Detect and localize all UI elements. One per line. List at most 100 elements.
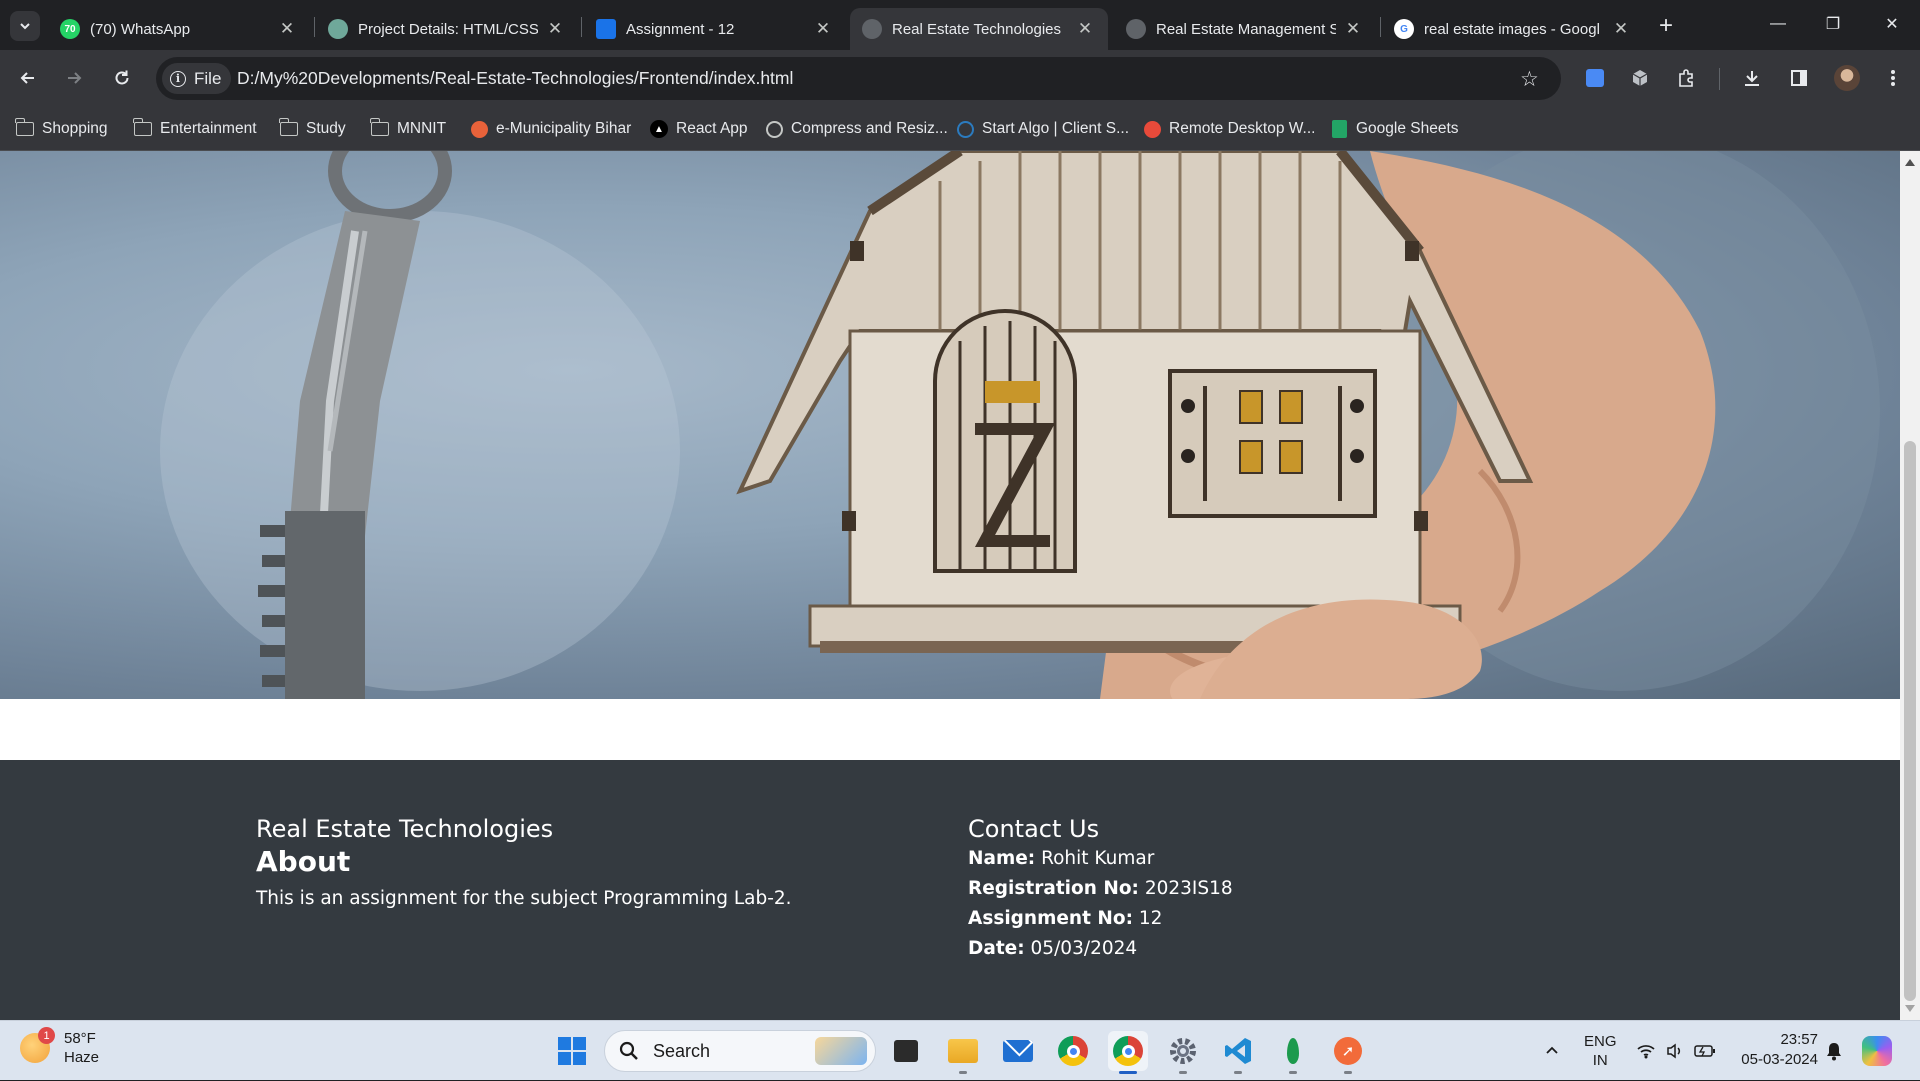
minimize-icon[interactable]: — [1758, 8, 1798, 40]
taskbar-search[interactable]: Search [604, 1030, 876, 1072]
footer-contact-column: Contact Us Name: Rohit Kumar Registratio… [968, 814, 1233, 964]
start-button[interactable] [552, 1031, 592, 1071]
folder-icon [133, 118, 152, 138]
scroll-up-arrow-icon[interactable] [1905, 159, 1915, 166]
folder-icon [279, 118, 298, 138]
bookmark-study[interactable]: Study [279, 117, 346, 141]
bookmark-react-app[interactable]: ▲ React App [650, 117, 748, 141]
startalgo-icon [956, 120, 974, 138]
restore-icon[interactable]: ❐ [1813, 8, 1853, 40]
address-bar[interactable]: i File D:/My%20Developments/Real-Estate-… [156, 57, 1561, 100]
side-panel-icon[interactable] [1784, 63, 1814, 93]
bookmark-remote-desktop[interactable]: Remote Desktop W... [1143, 117, 1315, 141]
bookmarks-bar: Shopping Entertainment Study MNNIT e-Mun… [0, 107, 1920, 151]
chevron-up-icon [1546, 1046, 1558, 1054]
folder-icon [948, 1039, 978, 1063]
translate-extension-icon[interactable] [1580, 63, 1610, 93]
download-icon[interactable] [1737, 63, 1767, 93]
profile-avatar[interactable] [1832, 63, 1862, 93]
forward-button[interactable] [58, 62, 90, 94]
contact-date: Date: 05/03/2024 [968, 934, 1233, 964]
weather-condition: Haze [64, 1049, 100, 1066]
window-close-icon[interactable]: ✕ [1872, 8, 1912, 40]
bookmark-label: Compress and Resiz... [791, 120, 948, 137]
close-icon[interactable]: ✕ [1610, 18, 1632, 40]
tab-whatsapp[interactable]: 70 (70) WhatsApp ✕ [48, 8, 310, 50]
taskbar-clock[interactable]: 23:57 05-03-2024 [1730, 1030, 1818, 1070]
bookmark-start-algo[interactable]: Start Algo | Client S... [956, 117, 1129, 141]
bookmark-label: Google Sheets [1356, 120, 1459, 137]
tab-google-images[interactable]: G real estate images - Googl ✕ [1382, 8, 1644, 50]
volume-icon [1667, 1043, 1681, 1059]
tab-separator [314, 17, 315, 37]
contact-label: Registration No: [968, 878, 1139, 899]
leaf-icon [1287, 1038, 1299, 1064]
back-button[interactable] [12, 62, 44, 94]
bookmark-google-sheets[interactable]: Google Sheets [1330, 117, 1459, 141]
footer-about-column: Real Estate Technologies About This is a… [256, 814, 792, 912]
tab-project-details[interactable]: Project Details: HTML/CSS/ ✕ [316, 8, 578, 50]
contact-value: Rohit Kumar [1041, 848, 1155, 869]
weather-widget[interactable]: 1 58°F Haze [20, 1027, 100, 1067]
vscode-button[interactable] [1218, 1031, 1258, 1074]
new-tab-button[interactable]: + [1652, 12, 1680, 40]
tab-assignment[interactable]: Assignment - 12 ✕ [584, 8, 846, 50]
cube-extension-icon[interactable] [1625, 63, 1655, 93]
chrome-profile-button[interactable] [1108, 1031, 1148, 1074]
bookmark-e-municipality[interactable]: e-Municipality Bihar [470, 117, 631, 141]
scroll-down-arrow-icon[interactable] [1905, 1005, 1915, 1012]
tab-real-estate-management[interactable]: Real Estate Management S ✕ [1114, 8, 1376, 50]
system-tray-status[interactable] [1636, 1021, 1716, 1081]
scroll-thumb[interactable] [1904, 441, 1916, 1001]
close-icon[interactable]: ✕ [544, 18, 566, 40]
tab-search-button[interactable] [10, 11, 40, 41]
copilot-button[interactable] [1862, 1021, 1892, 1081]
tab-real-estate-technologies[interactable]: Real Estate Technologies ✕ [850, 8, 1108, 50]
classroom-icon [596, 19, 616, 39]
task-view-button[interactable] [886, 1031, 926, 1071]
close-icon[interactable]: ✕ [1342, 18, 1364, 40]
postman-button[interactable]: ➚ [1328, 1031, 1368, 1074]
extensions-puzzle-icon[interactable] [1671, 63, 1701, 93]
bookmark-label: React App [676, 120, 748, 137]
settings-button[interactable] [1163, 1031, 1203, 1074]
clock-time: 23:57 [1780, 1031, 1818, 1048]
remote-desktop-icon [1143, 120, 1161, 138]
bookmark-label: Study [306, 120, 346, 137]
page-scrollbar[interactable] [1900, 151, 1920, 1020]
chrome-button[interactable] [1053, 1031, 1093, 1071]
toolbar-divider [1719, 68, 1720, 90]
close-icon[interactable]: ✕ [276, 18, 298, 40]
show-hidden-icons-button[interactable] [1544, 1021, 1560, 1081]
search-placeholder: Search [653, 1040, 711, 1061]
gear-icon [1170, 1038, 1196, 1064]
bell-icon [1827, 1043, 1841, 1061]
bookmark-entertainment[interactable]: Entertainment [133, 117, 257, 141]
reload-button[interactable] [106, 62, 138, 94]
windows-taskbar: 1 58°F Haze Search ➚ ENG IN 23:57 05-03-… [0, 1020, 1920, 1080]
postman-icon: ➚ [1334, 1037, 1362, 1065]
mail-button[interactable] [998, 1031, 1038, 1071]
running-indicator [1289, 1071, 1297, 1074]
bookmark-star-icon[interactable]: ☆ [1520, 67, 1539, 92]
language-indicator[interactable]: ENG IN [1584, 1021, 1617, 1081]
notifications-button[interactable] [1825, 1021, 1843, 1081]
running-indicator [1234, 1071, 1242, 1074]
folder-icon [370, 118, 389, 138]
bookmark-compress-resize[interactable]: Compress and Resiz... [765, 117, 948, 141]
site-info-chip[interactable]: i File [162, 63, 232, 94]
close-icon[interactable]: ✕ [1074, 18, 1096, 40]
footer-brand: Real Estate Technologies [256, 815, 554, 843]
tab-title: Real Estate Technologies [892, 20, 1061, 38]
reload-icon [115, 70, 129, 85]
notification-badge: 1 [38, 1027, 55, 1044]
mongodb-button[interactable] [1273, 1031, 1313, 1074]
bookmark-shopping[interactable]: Shopping [15, 117, 108, 141]
kebab-menu-icon[interactable] [1878, 63, 1908, 93]
url-text[interactable]: D:/My%20Developments/Real-Estate-Technol… [237, 68, 793, 89]
running-indicator [1179, 1071, 1187, 1074]
bookmark-label: e-Municipality Bihar [496, 120, 632, 137]
close-icon[interactable]: ✕ [812, 18, 834, 40]
file-explorer-button[interactable] [943, 1031, 983, 1074]
bookmark-mnnit[interactable]: MNNIT [370, 117, 446, 141]
